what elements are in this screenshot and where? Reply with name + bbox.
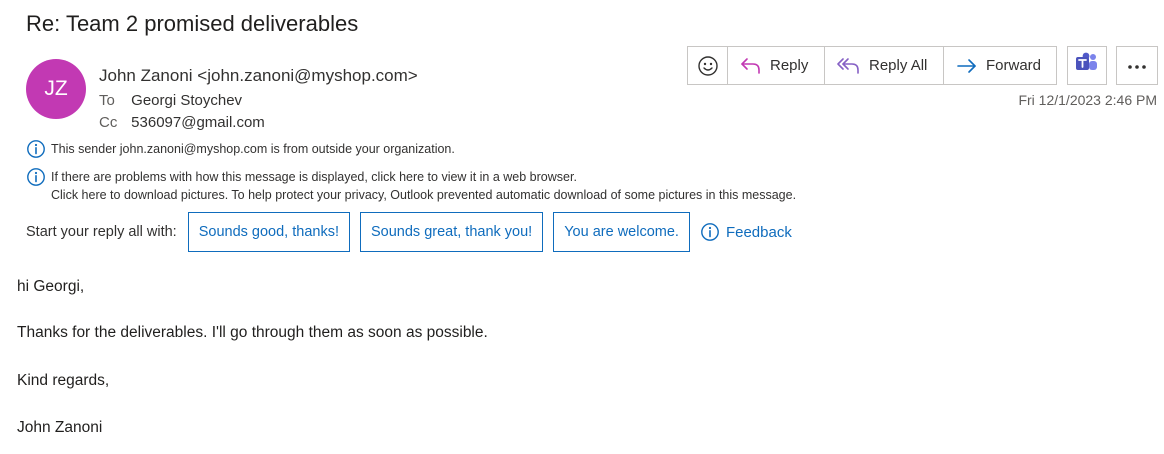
body-closing: Kind regards,	[17, 372, 110, 389]
forward-button[interactable]: Forward	[944, 47, 1056, 84]
suggested-replies-lead: Start your reply all with:	[26, 224, 177, 240]
forward-label: Forward	[986, 57, 1042, 74]
body-signature: John Zanoni	[17, 419, 103, 436]
sender-name[interactable]: John Zanoni <john.zanoni@myshop.com>	[99, 66, 418, 86]
more-actions-button[interactable]	[1116, 46, 1158, 85]
view-in-browser-link[interactable]: If there are problems with how this mess…	[51, 170, 577, 184]
forward-arrow-icon	[956, 57, 978, 75]
info-icon	[26, 139, 46, 162]
feedback-link[interactable]: Feedback	[700, 222, 792, 242]
feedback-label: Feedback	[725, 223, 792, 241]
download-pictures-link[interactable]: Click here to download pictures. To help…	[51, 188, 796, 202]
external-sender-text: This sender john.zanoni@myshop.com is fr…	[51, 142, 455, 156]
avatar-initials: JZ	[44, 77, 68, 100]
teams-button[interactable]	[1067, 46, 1107, 85]
teams-icon	[1075, 52, 1099, 79]
suggested-reply-chip[interactable]: You are welcome.	[553, 212, 690, 252]
email-subject: Re: Team 2 promised deliverables	[26, 11, 359, 36]
suggested-reply-chip[interactable]: Sounds good, thanks!	[187, 212, 350, 252]
reply-label: Reply	[770, 57, 809, 74]
cc-label: Cc	[99, 114, 118, 131]
message-date: Fri 12/1/2023 2:46 PM	[1018, 92, 1157, 108]
reaction-button[interactable]	[688, 47, 728, 84]
reply-button[interactable]: Reply	[728, 47, 825, 84]
more-icon	[1127, 57, 1147, 75]
to-label: To	[99, 92, 115, 109]
reply-all-label: Reply All	[869, 57, 928, 74]
reply-all-button[interactable]: Reply All	[825, 47, 944, 84]
suggested-replies: Start your reply all with: Sounds good, …	[26, 212, 792, 252]
body-paragraph: Thanks for the deliverables. I'll go thr…	[17, 324, 488, 341]
reply-all-arrow-icon	[837, 57, 861, 75]
avatar[interactable]: JZ	[26, 59, 86, 119]
smiley-icon	[697, 55, 719, 77]
info-icon	[700, 222, 720, 242]
cc-recipient[interactable]: 536097@gmail.com	[131, 114, 265, 131]
to-recipient[interactable]: Georgi Stoychev	[131, 92, 242, 109]
cc-row: Cc 536097@gmail.com	[99, 114, 265, 131]
body-greeting: hi Georgi,	[17, 278, 85, 295]
reply-arrow-icon	[740, 57, 762, 75]
display-problem-text: If there are problems with how this mess…	[51, 168, 796, 204]
to-row: To Georgi Stoychev	[99, 92, 242, 109]
suggested-reply-chip[interactable]: Sounds great, thank you!	[359, 212, 544, 252]
info-icon	[26, 167, 46, 190]
message-actions-toolbar: Reply Reply All Forward	[687, 46, 1057, 85]
